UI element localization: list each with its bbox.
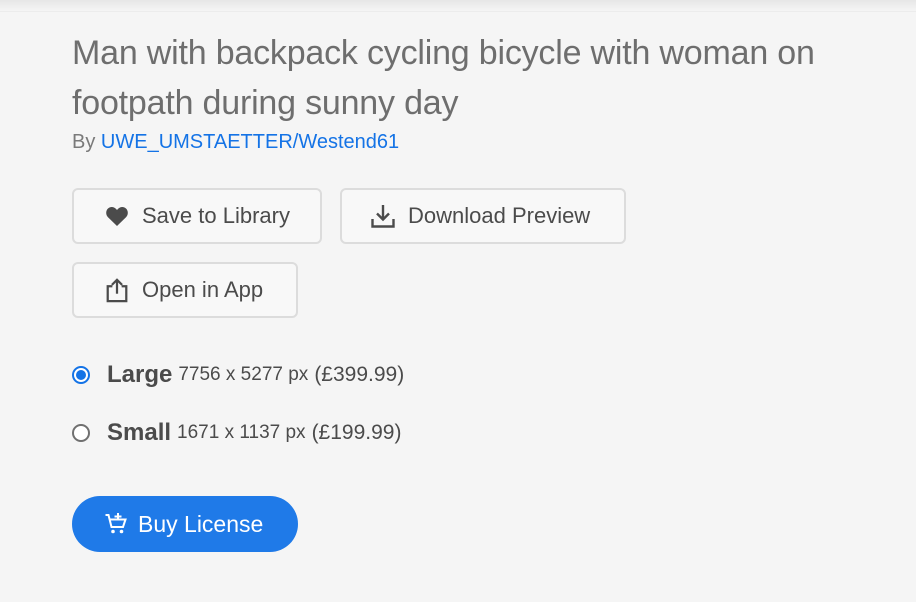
buy-license-button[interactable]: Buy License [72, 496, 298, 552]
action-row-secondary: Open in App [72, 262, 892, 318]
action-row-primary: Save to Library Download Preview [72, 188, 892, 244]
download-preview-label: Download Preview [408, 203, 591, 228]
heart-icon [104, 203, 130, 229]
share-icon [104, 277, 130, 303]
top-bar-shadow [0, 0, 916, 12]
license-radio-small[interactable] [72, 424, 90, 442]
license-option-name: Small [107, 419, 172, 446]
open-in-app-label: Open in App [142, 277, 264, 302]
open-in-app-button[interactable]: Open in App [72, 262, 298, 318]
byline-prefix: By [72, 131, 96, 153]
license-option-small[interactable]: Small 1671 x 1137 px (£199.99) [72, 404, 892, 462]
license-option-name: Large [107, 361, 173, 388]
license-option-large[interactable]: Large 7756 x 5277 px (£399.99) [72, 346, 892, 404]
license-option-dimensions: 7756 x 5277 px [178, 364, 309, 385]
save-to-library-label: Save to Library [142, 203, 290, 228]
byline: By UWE_UMSTAETTER/Westend61 [72, 130, 892, 154]
download-preview-button[interactable]: Download Preview [340, 188, 626, 244]
asset-title: Man with backpack cycling bicycle with w… [72, 34, 815, 122]
buy-license-label: Buy License [138, 510, 264, 537]
license-option-price: (£199.99) [311, 421, 402, 444]
license-option-dimensions: 1671 x 1137 px [177, 422, 306, 443]
license-option-price: (£399.99) [314, 363, 405, 386]
cart-add-icon [104, 512, 128, 536]
license-size-options: Large 7756 x 5277 px (£399.99) Small 167… [72, 346, 892, 462]
download-icon [370, 203, 396, 229]
asset-details-panel: Man with backpack cycling bicycle with w… [72, 28, 892, 552]
save-to-library-button[interactable]: Save to Library [72, 188, 322, 244]
author-link[interactable]: UWE_UMSTAETTER/Westend61 [101, 131, 399, 153]
license-radio-large[interactable] [72, 366, 90, 384]
